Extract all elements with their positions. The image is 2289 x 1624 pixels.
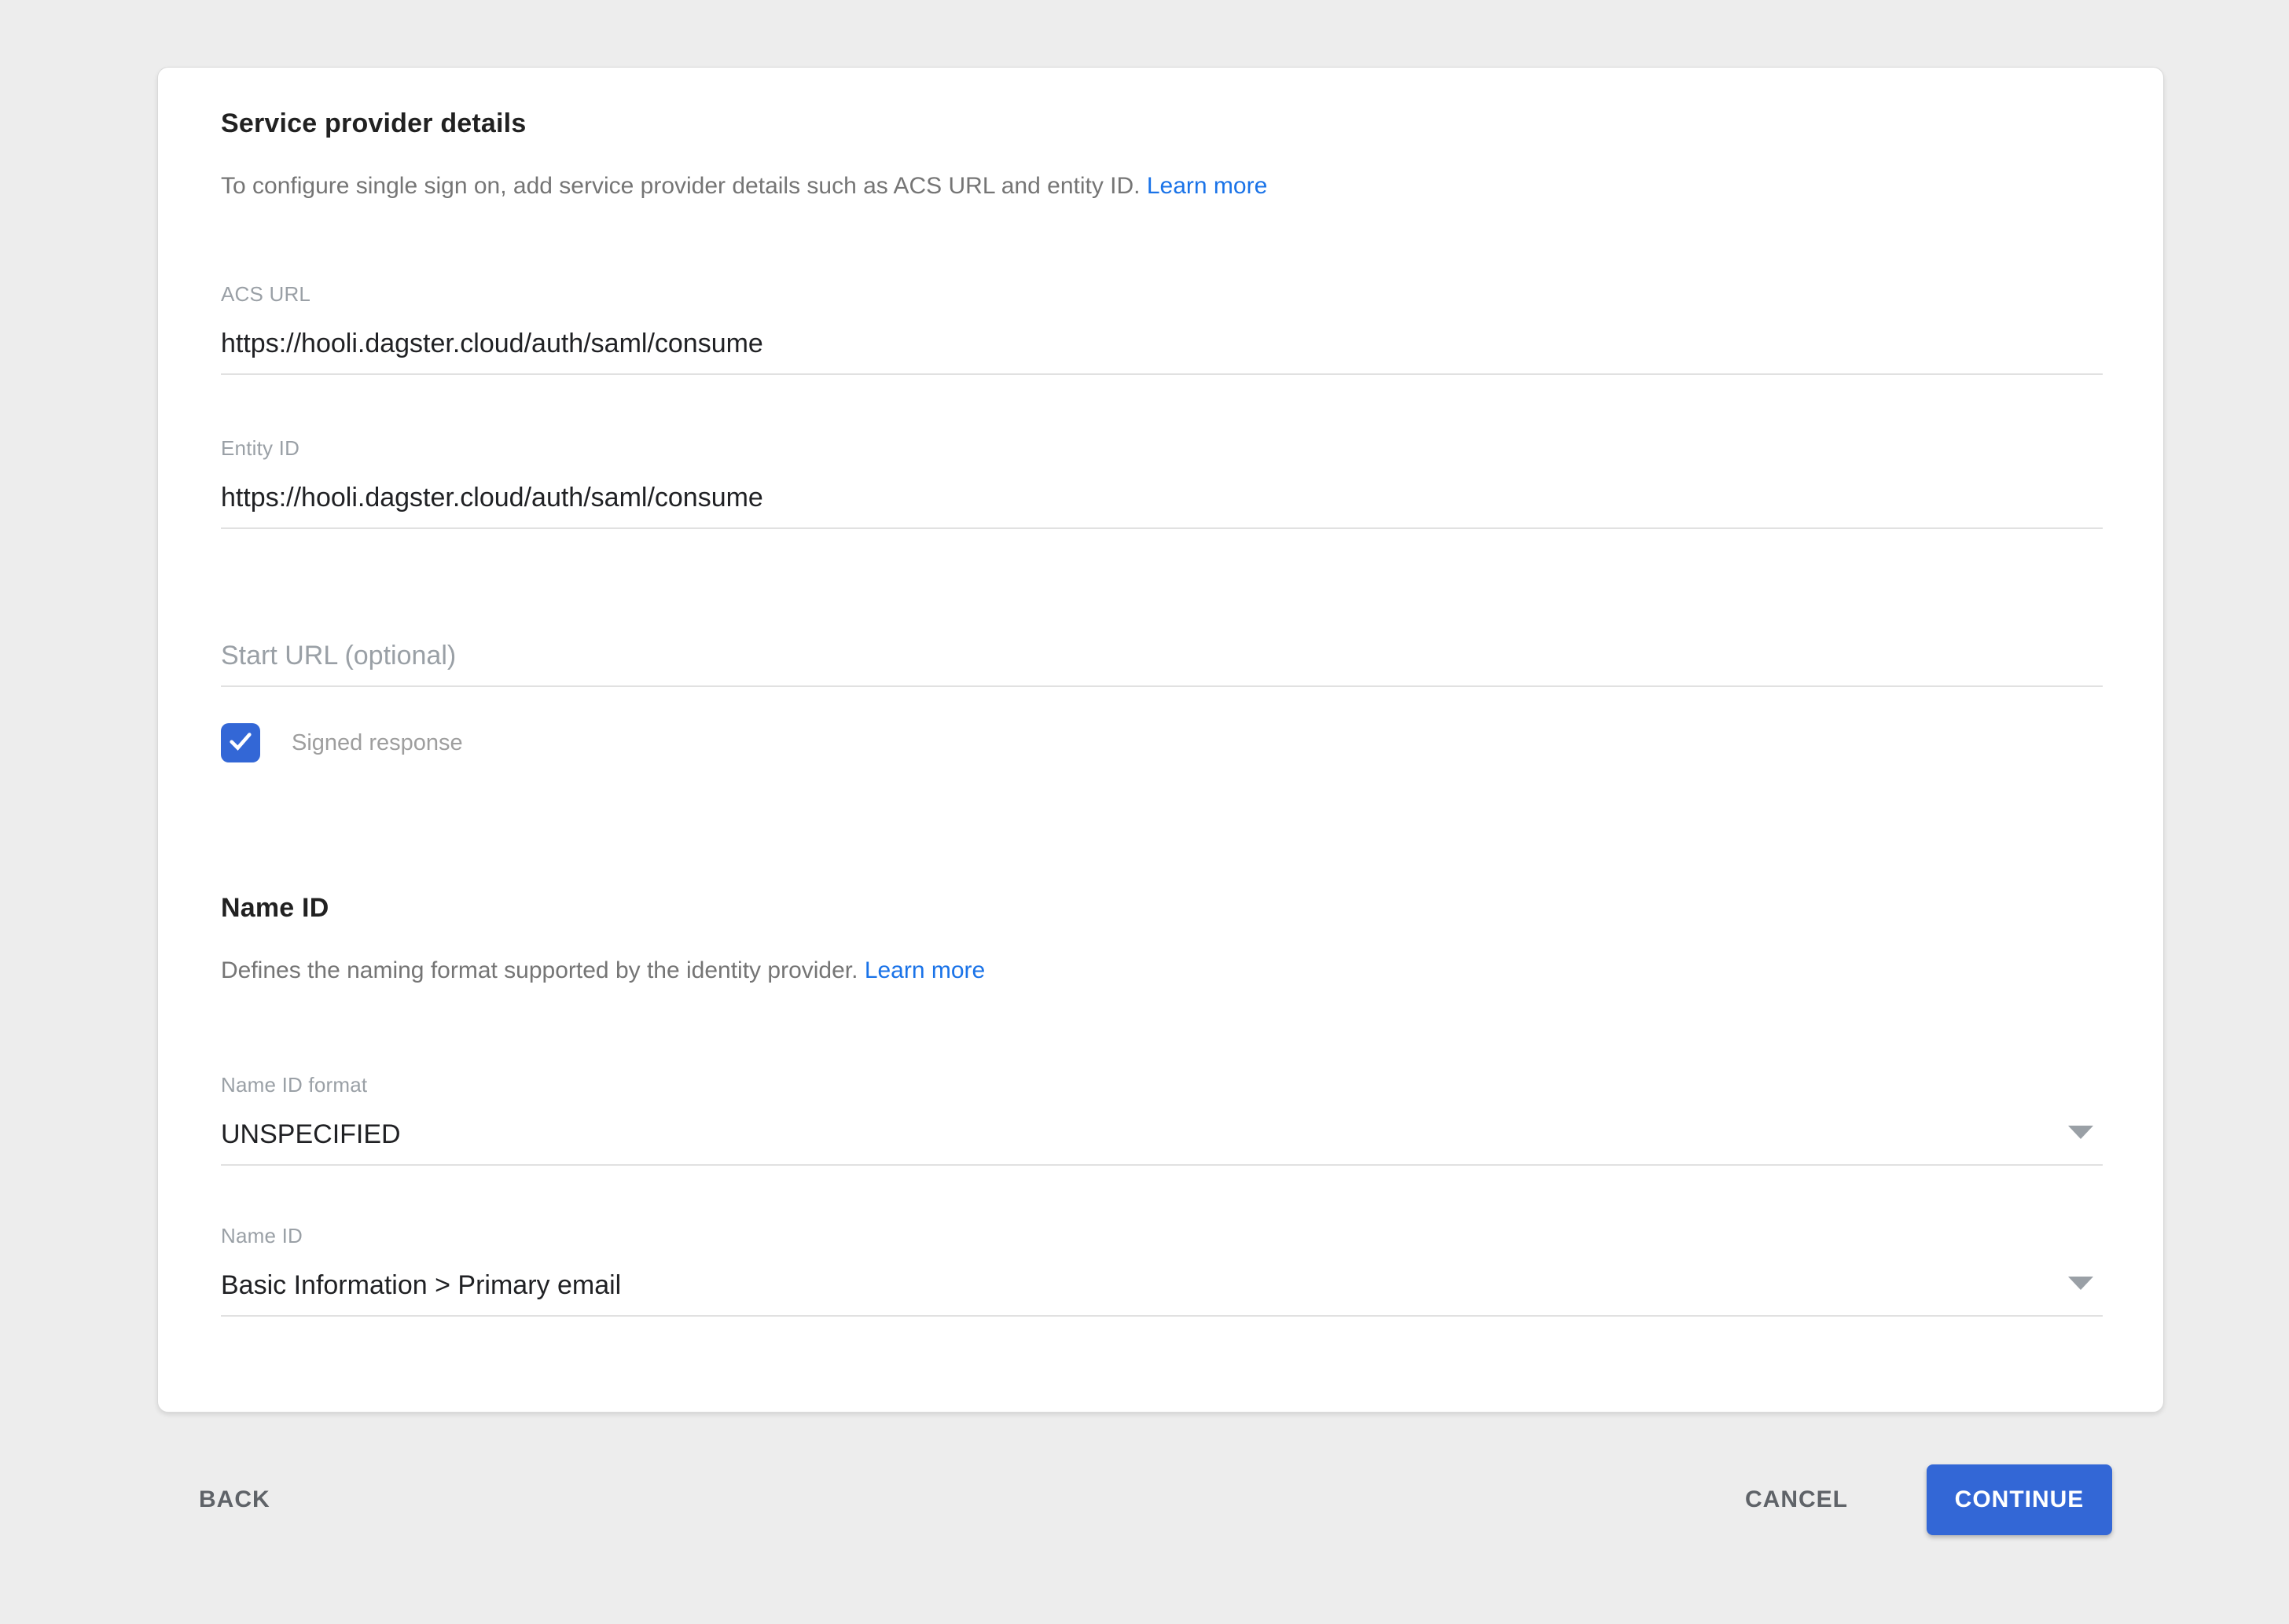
back-button[interactable]: BACK [199,1486,270,1513]
cancel-button[interactable]: CANCEL [1745,1486,1848,1513]
signed-response-label: Signed response [292,730,463,756]
name-id-value: Basic Information > Primary email [221,1270,621,1300]
name-id-learn-more-link[interactable]: Learn more [865,957,985,983]
signed-response-row: Signed response [221,723,2103,762]
name-id-label: Name ID [221,1224,2103,1248]
name-id-format-value: UNSPECIFIED [221,1119,401,1149]
name-id-format-select[interactable]: UNSPECIFIED [221,1119,2103,1166]
name-id-section-title: Name ID [221,893,2103,924]
page-title: Service provider details [221,108,2103,139]
acs-url-label: ACS URL [221,282,2103,307]
name-id-format-label: Name ID format [221,1073,2103,1097]
chevron-down-icon [2068,1277,2093,1290]
entity-id-input[interactable]: https://hooli.dagster.cloud/auth/saml/co… [221,483,2103,529]
chevron-down-icon [2068,1126,2093,1139]
continue-button[interactable]: CONTINUE [1927,1464,2112,1535]
acs-url-input[interactable]: https://hooli.dagster.cloud/auth/saml/co… [221,329,2103,375]
entity-id-label: Entity ID [221,436,2103,461]
learn-more-link[interactable]: Learn more [1147,173,1267,199]
section-description: To configure single sign on, add service… [221,171,2103,202]
signed-response-checkbox[interactable] [221,723,260,762]
check-icon [227,728,254,759]
name-id-section-description: Defines the naming format supported by t… [221,955,2103,987]
footer-actions: BACK CANCEL CONTINUE [157,1460,2164,1539]
start-url-input[interactable]: Start URL (optional) [221,641,2103,687]
description-text: To configure single sign on, add service… [221,173,1141,199]
service-provider-details-card: Service provider details To configure si… [157,67,2164,1413]
name-id-select[interactable]: Basic Information > Primary email [221,1270,2103,1317]
name-id-description-text: Defines the naming format supported by t… [221,957,858,983]
